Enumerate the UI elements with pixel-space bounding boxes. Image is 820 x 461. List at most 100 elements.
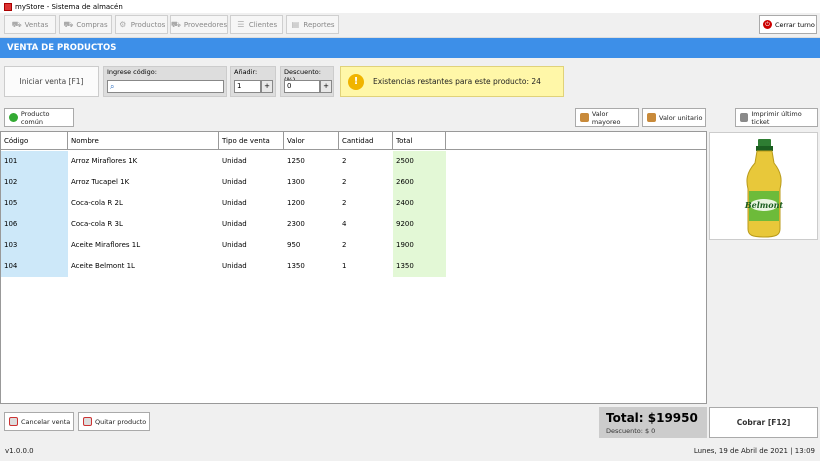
type-cell: Unidad [222, 220, 247, 228]
cancel-sale-button[interactable]: Cancelar venta [4, 412, 74, 431]
table-row[interactable]: 104 Aceite Belmont 1L Unidad 1350 1 1350 [1, 256, 706, 277]
type-cell: Unidad [222, 199, 247, 207]
name-cell: Arroz Tucapel 1K [71, 178, 130, 186]
unit-value-button[interactable]: Valor unitario [642, 108, 706, 127]
value-cell: 1250 [287, 157, 305, 165]
table-header: Código Nombre Tipo de venta Valor Cantid… [1, 132, 706, 150]
total-cell: 2400 [393, 193, 446, 214]
plus-icon [9, 113, 18, 122]
quantity-cell: 2 [342, 178, 347, 186]
cancel-doc-icon [9, 417, 18, 426]
quantity-plus-button[interactable]: + [261, 80, 273, 93]
column-header[interactable]: Código [1, 132, 68, 150]
oil-bottle-image: Belmont [744, 139, 784, 238]
price-tag-icon [580, 113, 589, 122]
code-cell: 101 [1, 151, 68, 172]
add-label: Añadir: [234, 68, 258, 76]
type-cell: Unidad [222, 178, 247, 186]
info-icon: ! [348, 73, 364, 90]
value-cell: 1350 [287, 262, 305, 270]
print-last-ticket-button[interactable]: Imprimir último ticket [735, 108, 818, 127]
name-cell: Coca-cola R 2L [71, 199, 123, 207]
type-cell: Unidad [222, 241, 247, 249]
quantity-cell: 2 [342, 241, 347, 249]
nav-proveedores[interactable]: ⛟ Proveedores [170, 15, 228, 34]
total-cell: 2500 [393, 151, 446, 172]
discount-input[interactable]: 0 [284, 80, 320, 93]
remove-doc-icon [83, 417, 92, 426]
discount-amount: Descuento: $ 0 [606, 427, 656, 435]
table-row[interactable]: 103 Aceite Miraflores 1L Unidad 950 2 19… [1, 235, 706, 256]
code-cell: 106 [1, 214, 68, 235]
title-bar: myStore - Sistema de almacén [0, 0, 820, 13]
discount-plus-button[interactable]: + [320, 80, 332, 93]
column-header[interactable]: Nombre [68, 132, 219, 150]
close-shift-button[interactable]: ⏻ Cerrar turno [759, 15, 817, 34]
report-icon: ▤ [291, 19, 300, 29]
quantity-cell: 2 [342, 199, 347, 207]
version-label: v1.0.0.0 [5, 447, 34, 455]
common-product-button[interactable]: Producto común [4, 108, 74, 127]
window-title: myStore - Sistema de almacén [15, 2, 123, 11]
type-cell: Unidad [222, 262, 247, 270]
column-header[interactable]: Cantidad [339, 132, 393, 150]
value-cell: 950 [287, 241, 301, 249]
product-image: Belmont [709, 132, 818, 240]
value-cell: 1300 [287, 178, 305, 186]
value-cell: 1200 [287, 199, 305, 207]
wholesale-value-button[interactable]: Valor mayoreo [575, 108, 639, 127]
table-row[interactable]: 106 Coca-cola R 3L Unidad 2300 4 9200 [1, 214, 706, 235]
add-group: Añadir: 1 + [230, 66, 276, 97]
name-cell: Aceite Belmont 1L [71, 262, 135, 270]
printer-icon [740, 113, 749, 122]
cart-icon: ⛟ [11, 19, 22, 29]
code-group: Ingrese código: ⌕ [103, 66, 227, 97]
total-cell: 1900 [393, 235, 446, 256]
value-cell: 2300 [287, 220, 305, 228]
column-header[interactable]: Tipo de venta [219, 132, 284, 150]
column-header[interactable]: Valor [284, 132, 339, 150]
users-icon: ☰ [237, 19, 245, 29]
nav-reportes[interactable]: ▤ Reportes [286, 15, 339, 34]
total-cell: 2600 [393, 172, 446, 193]
app-icon [4, 2, 12, 11]
name-cell: Coca-cola R 3L [71, 220, 123, 228]
status-bar: v1.0.0.0 Lunes, 19 de Abril de 2021 | 13… [0, 443, 820, 461]
quantity-input[interactable]: 1 [234, 80, 261, 93]
total-panel: Total: $19950 Descuento: $ 0 [599, 407, 707, 438]
search-icon: ⌕ [110, 82, 115, 91]
sale-items-table[interactable]: Código Nombre Tipo de venta Valor Cantid… [0, 131, 707, 404]
box-icon: ⚙ [119, 19, 127, 29]
start-sale-button[interactable]: Iniciar venta [F1] [4, 66, 99, 97]
truck-icon: ⛟ [170, 19, 181, 29]
stock-info-text: Existencias restantes para este producto… [373, 77, 541, 86]
discount-group: Descuento: (%) 0 + [280, 66, 334, 97]
code-label: Ingrese código: [107, 68, 157, 76]
remove-product-button[interactable]: Quitar producto [78, 412, 150, 431]
nav-productos[interactable]: ⚙ Productos [115, 15, 168, 34]
column-header[interactable]: Total [393, 132, 446, 150]
table-row[interactable]: 105 Coca-cola R 2L Unidad 1200 2 2400 [1, 193, 706, 214]
name-cell: Arroz Miraflores 1K [71, 157, 138, 165]
quantity-cell: 2 [342, 157, 347, 165]
power-icon: ⏻ [763, 20, 772, 29]
page-title: VENTA DE PRODUCTOS [0, 38, 820, 58]
main-nav: ⛟ Ventas ⛟ Compras ⚙ Productos ⛟ Proveedores… [0, 13, 820, 38]
total-amount: Total: $19950 [606, 411, 698, 425]
nav-ventas[interactable]: ⛟ Ventas [4, 15, 56, 34]
quantity-cell: 4 [342, 220, 347, 228]
code-cell: 104 [1, 256, 68, 277]
quantity-cell: 1 [342, 262, 347, 270]
type-cell: Unidad [222, 157, 247, 165]
nav-clientes[interactable]: ☰ Clientes [230, 15, 283, 34]
charge-button[interactable]: Cobrar [F12] [709, 407, 818, 438]
nav-compras[interactable]: ⛟ Compras [59, 15, 112, 34]
stock-info-banner: ! Existencias restantes para este produc… [340, 66, 564, 97]
table-row[interactable]: 101 Arroz Miraflores 1K Unidad 1250 2 25… [1, 151, 706, 172]
basket-icon: ⛟ [63, 19, 74, 29]
datetime-label: Lunes, 19 de Abril de 2021 | 13:09 [693, 447, 815, 455]
name-cell: Aceite Miraflores 1L [71, 241, 141, 249]
table-row[interactable]: 102 Arroz Tucapel 1K Unidad 1300 2 2600 [1, 172, 706, 193]
code-input[interactable] [107, 80, 224, 93]
brand-label: Belmont [744, 200, 784, 210]
